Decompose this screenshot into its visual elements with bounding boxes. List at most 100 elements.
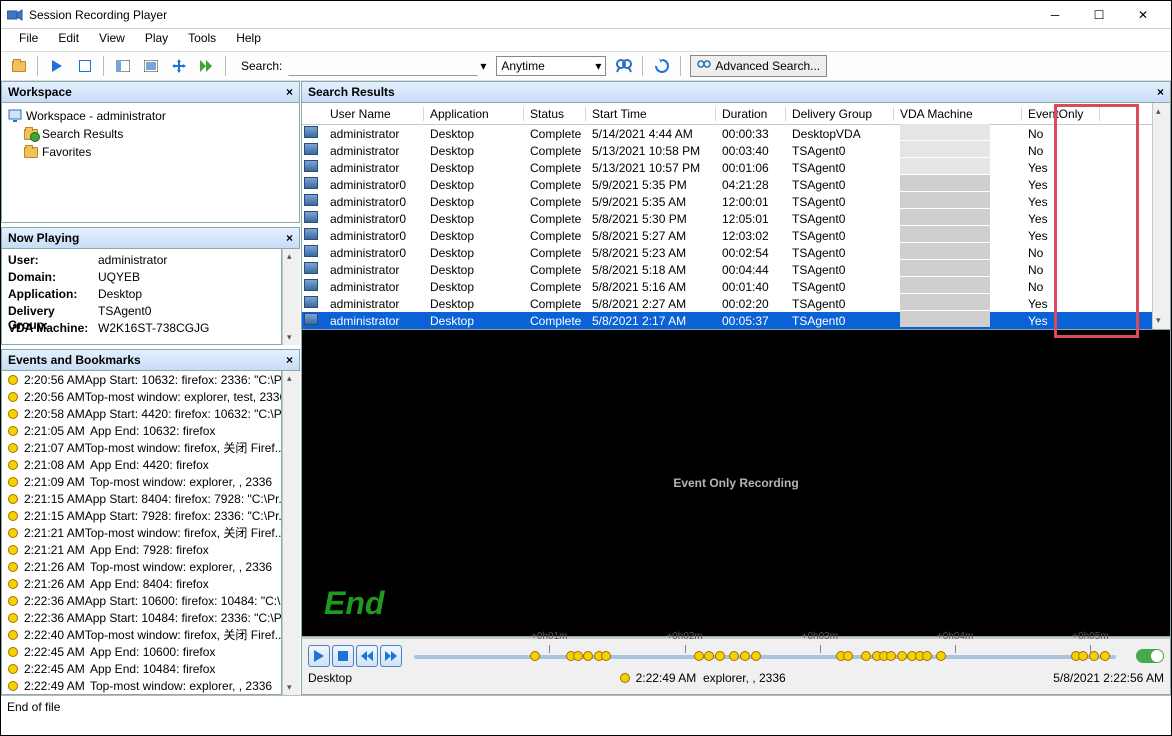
timeline-tick-label: +0h03m xyxy=(802,631,838,642)
workspace-root[interactable]: Workspace - administrator xyxy=(8,107,293,125)
search-user-input[interactable] xyxy=(288,56,478,76)
col-user[interactable]: User Name xyxy=(324,107,424,121)
table-row[interactable]: administrator0DesktopComplete5/9/2021 5:… xyxy=(302,176,1152,193)
event-row[interactable]: 2:21:21 AMApp End: 7928: firefox xyxy=(2,541,281,558)
stop-button[interactable] xyxy=(73,54,97,78)
event-row[interactable]: 2:21:09 AMTop-most window: explorer, , 2… xyxy=(2,473,281,490)
timeline-event-dot[interactable] xyxy=(897,651,907,661)
timeline-event-dot[interactable] xyxy=(1078,651,1088,661)
live-toggle[interactable] xyxy=(1136,649,1164,663)
event-row[interactable]: 2:22:49 AMTop-most window: explorer, , 2… xyxy=(2,677,281,694)
workspace-close-button[interactable]: × xyxy=(286,85,293,99)
table-row[interactable]: administratorDesktopComplete5/8/2021 5:1… xyxy=(302,278,1152,295)
titlebar: Session Recording Player ─ ☐ ✕ xyxy=(1,1,1171,29)
menu-help[interactable]: Help xyxy=(226,29,271,51)
col-vda[interactable]: VDA Machine xyxy=(894,107,1022,121)
search-go-button[interactable] xyxy=(612,54,636,78)
event-row[interactable]: 2:22:45 AMApp End: 10600: firefox xyxy=(2,643,281,660)
table-row[interactable]: administrator0DesktopComplete5/8/2021 5:… xyxy=(302,244,1152,261)
col-grp[interactable]: Delivery Group xyxy=(786,107,894,121)
timeline-event-dot[interactable] xyxy=(704,651,714,661)
table-row[interactable]: administratorDesktopComplete5/13/2021 10… xyxy=(302,159,1152,176)
skip-forward-button[interactable] xyxy=(195,54,219,78)
table-row[interactable]: administratorDesktopComplete5/14/2021 4:… xyxy=(302,125,1152,142)
event-row[interactable]: 2:21:26 AMApp End: 8404: firefox xyxy=(2,575,281,592)
ctrl-play-button[interactable] xyxy=(308,645,330,667)
timeline-event-dot[interactable] xyxy=(583,651,593,661)
col-eventonly[interactable]: EventOnly xyxy=(1022,107,1100,121)
workspace-item-search-results[interactable]: Search Results xyxy=(8,125,293,143)
advanced-search-button[interactable]: Advanced Search... xyxy=(690,55,827,77)
event-row[interactable]: 2:20:56 AMTop-most window: explorer, tes… xyxy=(2,388,281,405)
now-playing-close-button[interactable]: × xyxy=(286,231,293,245)
ctrl-forward-button[interactable] xyxy=(380,645,402,667)
time-filter-combo[interactable]: Anytime ▾ xyxy=(496,56,606,76)
events-scrollbar[interactable]: ▴▾ xyxy=(282,371,300,695)
table-row[interactable]: administratorDesktopComplete5/8/2021 2:2… xyxy=(302,295,1152,312)
search-dropdown-arrow-icon[interactable]: ▾ xyxy=(480,59,486,73)
menu-tools[interactable]: Tools xyxy=(178,29,226,51)
events-list[interactable]: 2:20:56 AMApp Start: 10632: firefox: 233… xyxy=(1,371,282,695)
event-row[interactable]: 2:21:05 AMApp End: 10632: firefox xyxy=(2,422,281,439)
timeline-event-dot[interactable] xyxy=(751,651,761,661)
view-mode-2-button[interactable] xyxy=(139,54,163,78)
timeline-event-dot[interactable] xyxy=(922,651,932,661)
open-folder-button[interactable] xyxy=(7,54,31,78)
timeline-event-dot[interactable] xyxy=(861,651,871,661)
col-start[interactable]: Start Time xyxy=(586,107,716,121)
refresh-button[interactable] xyxy=(650,54,674,78)
now-playing-row: VDA Machine:W2K16ST-738CGJG xyxy=(8,321,275,338)
event-row[interactable]: 2:21:15 AMApp Start: 7928: firefox: 2336… xyxy=(2,507,281,524)
workspace-item-favorites[interactable]: Favorites xyxy=(8,143,293,161)
timeline[interactable]: +0h01m+0h02m+0h03m+0h04m+0h05m xyxy=(414,645,1126,667)
maximize-button[interactable]: ☐ xyxy=(1077,1,1121,29)
timeline-event-dot[interactable] xyxy=(1100,651,1110,661)
col-app[interactable]: Application xyxy=(424,107,524,121)
view-mode-1-button[interactable] xyxy=(111,54,135,78)
timeline-event-dot[interactable] xyxy=(843,651,853,661)
event-row[interactable]: 2:22:36 AMApp Start: 10600: firefox: 104… xyxy=(2,592,281,609)
ctrl-rewind-button[interactable] xyxy=(356,645,378,667)
table-row[interactable]: administrator0DesktopComplete5/9/2021 5:… xyxy=(302,193,1152,210)
timeline-event-dot[interactable] xyxy=(601,651,611,661)
table-row[interactable]: administratorDesktopComplete5/8/2021 5:1… xyxy=(302,261,1152,278)
menu-file[interactable]: File xyxy=(9,29,48,51)
event-row[interactable]: 2:20:58 AMApp Start: 4420: firefox: 1063… xyxy=(2,405,281,422)
event-row[interactable]: 2:21:08 AMApp End: 4420: firefox xyxy=(2,456,281,473)
col-status[interactable]: Status xyxy=(524,107,586,121)
results-scrollbar[interactable]: ▴▾ xyxy=(1152,103,1170,329)
table-row[interactable]: administratorDesktopComplete5/8/2021 2:1… xyxy=(302,312,1152,329)
events-close-button[interactable]: × xyxy=(286,353,293,367)
event-row[interactable]: 2:21:21 AMTop-most window: firefox, 关闭 F… xyxy=(2,524,281,541)
timeline-event-dot[interactable] xyxy=(694,651,704,661)
timeline-event-dot[interactable] xyxy=(740,651,750,661)
timeline-event-dot[interactable] xyxy=(936,651,946,661)
table-row[interactable]: administrator0DesktopComplete5/8/2021 5:… xyxy=(302,210,1152,227)
event-row[interactable]: 2:22:36 AMApp Start: 10484: firefox: 233… xyxy=(2,609,281,626)
event-row[interactable]: 2:21:26 AMTop-most window: explorer, , 2… xyxy=(2,558,281,575)
ctrl-stop-button[interactable] xyxy=(332,645,354,667)
minimize-button[interactable]: ─ xyxy=(1033,1,1077,29)
timeline-event-dot[interactable] xyxy=(530,651,540,661)
col-dur[interactable]: Duration xyxy=(716,107,786,121)
event-row[interactable]: 2:22:45 AMApp End: 10484: firefox xyxy=(2,660,281,677)
timeline-event-dot[interactable] xyxy=(573,651,583,661)
table-row[interactable]: administratorDesktopComplete5/13/2021 10… xyxy=(302,142,1152,159)
event-row[interactable]: 2:21:15 AMApp Start: 8404: firefox: 7928… xyxy=(2,490,281,507)
event-row[interactable]: 2:22:40 AMTop-most window: firefox, 关闭 F… xyxy=(2,626,281,643)
event-row[interactable]: 2:21:07 AMTop-most window: firefox, 关闭 F… xyxy=(2,439,281,456)
timeline-event-dot[interactable] xyxy=(715,651,725,661)
search-results-close-button[interactable]: × xyxy=(1157,85,1164,99)
timeline-event-dot[interactable] xyxy=(1089,651,1099,661)
now-playing-scrollbar[interactable]: ▴▾ xyxy=(282,249,300,345)
table-row[interactable]: administrator0DesktopComplete5/8/2021 5:… xyxy=(302,227,1152,244)
menu-play[interactable]: Play xyxy=(135,29,178,51)
pan-button[interactable] xyxy=(167,54,191,78)
event-row[interactable]: 2:20:56 AMApp Start: 10632: firefox: 233… xyxy=(2,371,281,388)
timeline-event-dot[interactable] xyxy=(886,651,896,661)
timeline-event-dot[interactable] xyxy=(729,651,739,661)
play-button[interactable] xyxy=(45,54,69,78)
menu-edit[interactable]: Edit xyxy=(48,29,89,51)
menu-view[interactable]: View xyxy=(89,29,135,51)
close-button[interactable]: ✕ xyxy=(1121,1,1165,29)
